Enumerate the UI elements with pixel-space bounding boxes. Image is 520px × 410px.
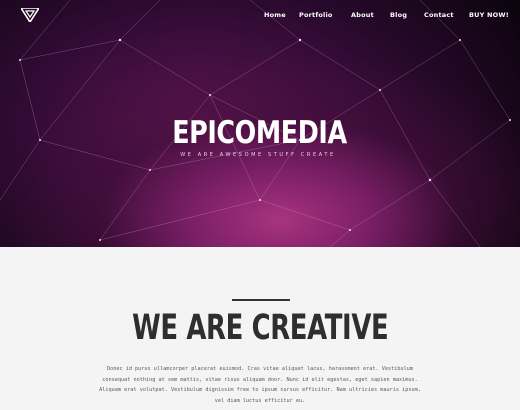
nav-item-about[interactable]: About <box>351 11 374 19</box>
creative-section: WE ARE CREATIVE Donec id purus ullamcorp… <box>0 247 520 410</box>
section-divider <box>232 299 290 301</box>
section-paragraph: Donec id purus ullamcorper placerat euis… <box>99 366 421 404</box>
main-nav: Home Portfolio About Blog Contact BUY NO… <box>0 11 520 23</box>
hero-title: EPICOMEDIA <box>172 115 347 151</box>
nav-item-home[interactable]: Home <box>264 11 286 19</box>
nav-item-blog[interactable]: Blog <box>390 11 407 19</box>
nav-item-portfolio[interactable]: Portfolio <box>299 11 333 19</box>
section-heading: WE ARE CREATIVE <box>132 308 389 348</box>
nav-item-contact[interactable]: Contact <box>424 11 454 19</box>
hero-banner: Home Portfolio About Blog Contact BUY NO… <box>0 0 520 247</box>
hero-tagline: WE ARE AWESOME STUFF CREATE <box>180 152 336 158</box>
nav-item-buy-now[interactable]: BUY NOW! <box>469 11 509 19</box>
